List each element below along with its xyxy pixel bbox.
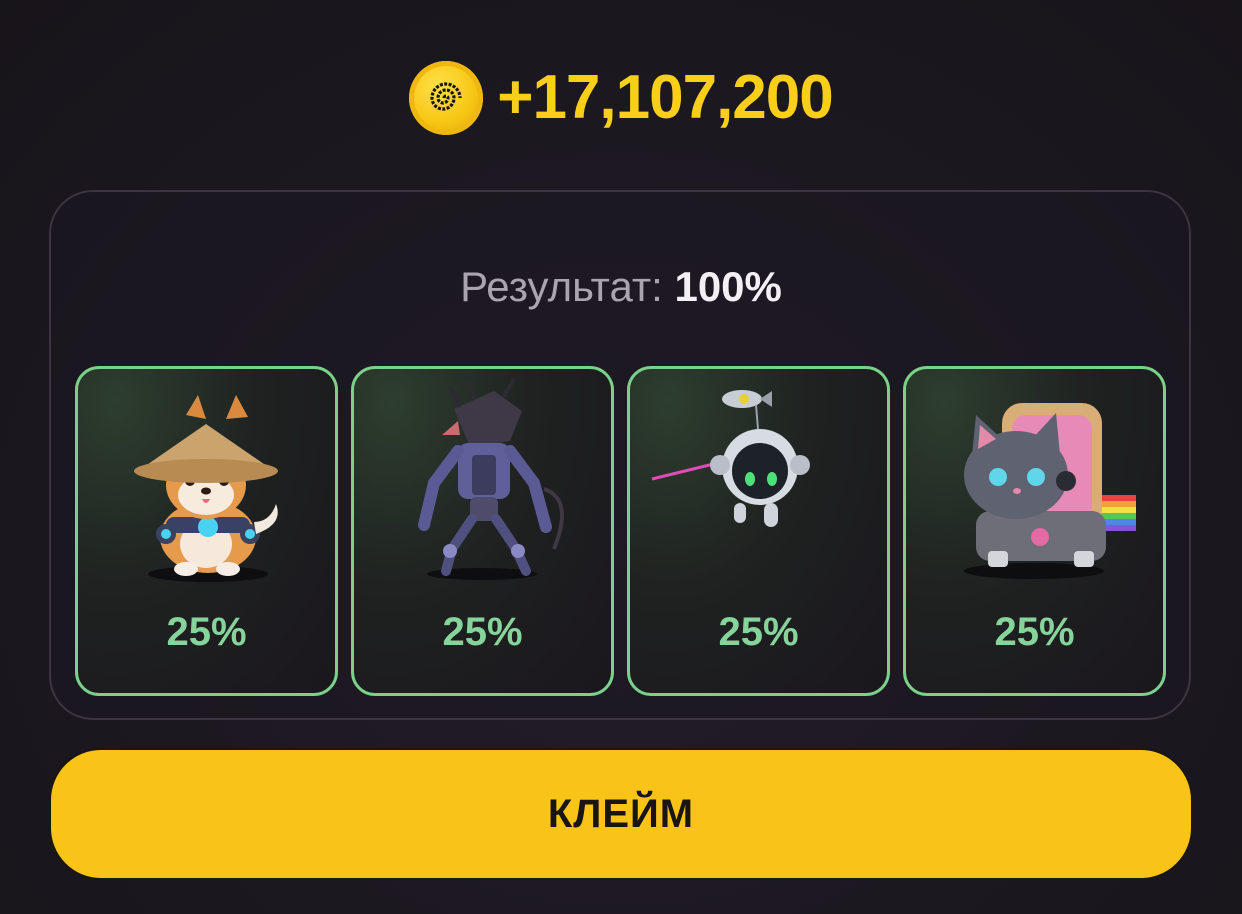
result-value: 100% [674, 263, 782, 310]
result-label: Результат: [460, 263, 663, 310]
card-percent: 25% [166, 610, 247, 654]
reward-amount: +17,107,200 [497, 63, 834, 132]
rat-robot-image [418, 378, 564, 580]
spiral-icon [430, 82, 462, 111]
card-shiba: 25% [75, 366, 338, 696]
reward-header: +17,107,200 [0, 58, 1242, 138]
card-percent: 25% [994, 610, 1075, 654]
coin-icon [409, 61, 484, 135]
claim-button-label: КЛЕЙМ [547, 791, 695, 836]
card-percent: 25% [442, 610, 523, 654]
result-line: Результат: 100% [0, 262, 1242, 312]
shiba-dog-image [134, 395, 278, 582]
card-rat-robot: 25% [351, 366, 614, 696]
space-robot-image [651, 390, 810, 527]
cards-row: 25% 25% 25% 25% [75, 366, 1167, 696]
card-nyan-cat: 25% [903, 366, 1166, 696]
nyan-cat-robot-image [964, 403, 1136, 579]
card-space-robot: 25% [627, 366, 890, 696]
claim-button[interactable]: КЛЕЙМ [49, 748, 1193, 880]
card-percent: 25% [718, 610, 799, 654]
